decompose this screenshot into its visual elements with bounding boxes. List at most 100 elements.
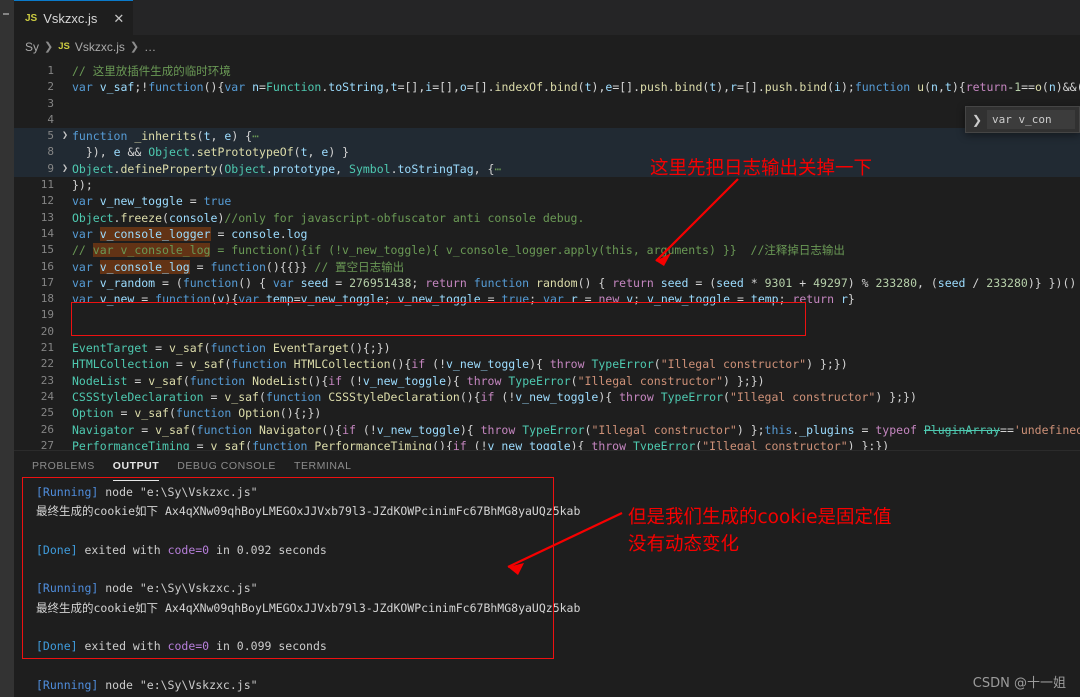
- code-line[interactable]: 3: [14, 96, 1080, 112]
- fold-chevron-icon[interactable]: ❯: [58, 128, 72, 144]
- code-lines: 1 // 这里放插件生成的临时环境 2 var v_saf;!function(){v…: [14, 58, 1080, 450]
- code-text: NodeList = v_saf(function NodeList(){if …: [72, 373, 765, 388]
- code-line[interactable]: 14 var v_console_logger = console.log: [14, 226, 1080, 242]
- code-line[interactable]: 12 var v_new_toggle = true: [14, 193, 1080, 209]
- panel-tab-output[interactable]: OUTPUT: [112, 451, 160, 481]
- editor-tab-vskzxc[interactable]: JS Vskzxc.js ✕: [14, 0, 134, 35]
- code-line[interactable]: 25 Option = v_saf(function Option(){;}): [14, 405, 1080, 421]
- line-number: 26: [40, 422, 54, 436]
- code-line[interactable]: 17 var v_random = (function() { var seed …: [14, 275, 1080, 291]
- code-text: Object.defineProperty(Object.prototype, …: [72, 161, 502, 176]
- line-number: 16: [40, 259, 54, 273]
- breadcrumb-folder[interactable]: Sy: [25, 40, 39, 54]
- line-number: 13: [40, 210, 54, 224]
- line-number: 14: [40, 226, 54, 240]
- code-editor[interactable]: 1 // 这里放插件生成的临时环境 2 var v_saf;!function(){v…: [0, 58, 1080, 450]
- output-line: [Running] node "e:\Sy\Vskzxc.js": [36, 677, 258, 692]
- code-text: var v_new_toggle = true: [72, 194, 232, 209]
- code-text: });: [72, 178, 93, 193]
- activity-bar[interactable]: [0, 0, 14, 697]
- code-line[interactable]: 18 var v_new = function(v){var temp=v_new…: [14, 291, 1080, 307]
- code-text: PerformanceTiming = v_saf(function Perfo…: [72, 438, 890, 450]
- code-line[interactable]: 20: [14, 324, 1080, 340]
- code-line[interactable]: 11});: [14, 177, 1080, 193]
- panel-tab-bar: PROBLEMS OUTPUT DEBUG CONSOLE TERMINAL: [14, 451, 1080, 481]
- code-text: // 这里放插件生成的临时环境: [72, 64, 231, 78]
- annotation-text-output-1: 但是我们生成的cookie是固定值: [628, 507, 892, 528]
- js-file-icon: JS: [58, 41, 70, 52]
- activity-bar-handle: [3, 13, 9, 15]
- line-number: 25: [40, 406, 54, 420]
- find-input[interactable]: var v_con: [987, 110, 1075, 129]
- breadcrumb: Sy ❯ JS Vskzxc.js ❯ …: [0, 35, 1080, 58]
- code-line[interactable]: 8 }), e && Object.setPrototypeOf(t, e) }: [14, 144, 1080, 161]
- line-number: 18: [40, 292, 54, 306]
- line-number: 15: [40, 243, 54, 257]
- chevron-right-icon: ❯: [44, 41, 54, 53]
- code-line[interactable]: 19: [14, 307, 1080, 323]
- code-text: HTMLCollection = v_saf(function HTMLColl…: [72, 357, 848, 372]
- code-text: var v_saf;!function(){var n=Function.toS…: [72, 80, 1080, 95]
- line-number: 22: [40, 357, 54, 371]
- output-line: 最终生成的cookie如下 Ax4qXNw09qhBoyLMEGOxJJVxb7…: [36, 600, 581, 615]
- close-icon[interactable]: ✕: [113, 12, 124, 25]
- code-text: // var v_console_log = function(){if (!v…: [72, 243, 845, 258]
- code-line[interactable]: 16 var v_console_log = function(){{}} // …: [14, 259, 1080, 275]
- code-line[interactable]: 24 CSSStyleDeclaration = v_saf(function C…: [14, 389, 1080, 405]
- line-number: 1: [47, 64, 54, 77]
- annotation-arrow-editor: [655, 178, 739, 266]
- output-line: [Running] node "e:\Sy\Vskzxc.js": [36, 485, 258, 499]
- code-line[interactable]: 9 ❯ Object.defineProperty(Object.prototype…: [14, 160, 1080, 178]
- code-text: var v_random = (function() { var seed = …: [72, 275, 1077, 290]
- code-line[interactable]: 13 Object.freeze(console)//only for javas…: [14, 210, 1080, 226]
- line-number: 19: [40, 308, 54, 322]
- breadcrumb-overflow[interactable]: …: [144, 40, 157, 54]
- fold-chevron-icon[interactable]: ❯: [58, 161, 72, 177]
- panel-tab-problems[interactable]: PROBLEMS: [32, 451, 95, 481]
- code-line[interactable]: 22 HTMLCollection = v_saf(function HTMLCo…: [14, 356, 1080, 372]
- line-number: 4: [47, 112, 54, 126]
- code-text: function _inherits(t, e) {⋯: [72, 129, 260, 144]
- code-line[interactable]: 5 ❯ function _inherits(t, e) {⋯: [14, 128, 1080, 145]
- annotation-arrow-output: [507, 512, 623, 575]
- code-text: var v_console_log = function(){{}} // 置空…: [72, 259, 405, 274]
- panel-tab-debug-console[interactable]: DEBUG CONSOLE: [177, 451, 276, 481]
- line-number: 5: [47, 129, 54, 143]
- code-line[interactable]: 2 var v_saf;!function(){var n=Function.to…: [14, 79, 1080, 95]
- code-text: Option = v_saf(function Option(){;}): [72, 406, 322, 421]
- code-line[interactable]: 27 PerformanceTiming = v_saf(function Per…: [14, 438, 1080, 450]
- annotation-text-output-2: 没有动态变化: [628, 534, 740, 555]
- code-line[interactable]: 21 EventTarget = v_saf(function EventTarg…: [14, 340, 1080, 356]
- line-number: 23: [40, 373, 54, 387]
- code-line[interactable]: 26 Navigator = v_saf(function Navigator()…: [14, 422, 1080, 438]
- editor-tab-strip: JS Vskzxc.js ✕: [0, 0, 1080, 35]
- code-text: var v_console_logger = console.log: [72, 226, 308, 241]
- code-line[interactable]: 23 NodeList = v_saf(function NodeList(){i…: [14, 373, 1080, 389]
- chevron-right-icon: ❯: [129, 41, 140, 53]
- line-number: 11: [40, 178, 54, 192]
- line-number: 20: [40, 324, 54, 338]
- line-number: 17: [40, 275, 54, 289]
- code-line[interactable]: 4: [14, 112, 1080, 128]
- line-number: 27: [40, 438, 54, 450]
- breadcrumb-file[interactable]: Vskzxc.js: [75, 40, 125, 54]
- code-text: }), e && Object.setPrototypeOf(t, e) }: [85, 145, 350, 160]
- line-number: 9: [47, 161, 54, 175]
- code-line[interactable]: 1 // 这里放插件生成的临时环境: [14, 63, 1080, 79]
- line-number: 8: [47, 145, 54, 159]
- code-line[interactable]: 15 // var v_console_log = function(){if (…: [14, 242, 1080, 258]
- find-widget[interactable]: ❯ var v_con: [964, 106, 1080, 133]
- code-text: Navigator = v_saf(function Navigator(){i…: [72, 422, 1080, 437]
- watermark: CSDN @十一姐: [972, 676, 1066, 691]
- code-text: var v_new = function(v){var temp=v_new_t…: [72, 292, 855, 307]
- line-number: 24: [40, 389, 54, 403]
- line-number: 2: [47, 80, 54, 94]
- line-number: 12: [40, 194, 54, 208]
- vscode-window: JS Vskzxc.js ✕ Sy ❯ JS Vskzxc.js ❯ … 1 //…: [0, 0, 1080, 697]
- chevron-right-icon[interactable]: ❯: [972, 113, 982, 127]
- code-text: EventTarget = v_saf(function EventTarget…: [72, 341, 391, 356]
- output-line: [Done] exited with code=0 in 0.099 secon…: [36, 639, 327, 654]
- panel-tab-terminal[interactable]: TERMINAL: [294, 451, 352, 481]
- editor-tab-label: Vskzxc.js: [43, 10, 98, 26]
